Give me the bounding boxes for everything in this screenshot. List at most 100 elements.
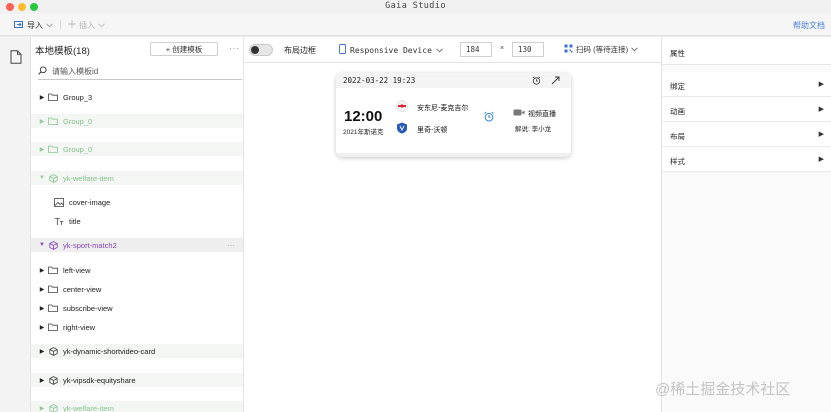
caret-right-icon[interactable]: ▶ (37, 405, 47, 412)
folder-icon (47, 144, 59, 154)
panel-more-button[interactable]: ··· (229, 43, 240, 53)
tree-item-label: left-view (63, 265, 91, 275)
toggle-knob (251, 46, 259, 54)
panel-title: 本地模板(18) (35, 46, 90, 57)
tree-item-label: center-view (63, 284, 102, 294)
layout-border-label: 布局边框 (284, 46, 316, 55)
card-footer (336, 153, 571, 157)
tree-item-label: title (69, 216, 81, 226)
tree-template-item[interactable]: ▶ yk-welfare-item (31, 401, 243, 412)
caret-right-icon: ▶ (818, 106, 824, 113)
insert-label: 插入 (79, 20, 95, 30)
tree-child-item[interactable]: ▶ left-view (31, 263, 243, 277)
search-input[interactable] (52, 67, 222, 76)
tree-child-item[interactable]: cover-image (31, 195, 243, 209)
inspector-section-binding[interactable]: 绑定 ▶ (662, 72, 831, 97)
image-icon (53, 197, 65, 207)
tree-item-label: yk-dynamic-shortvideo-card (63, 346, 156, 356)
design-canvas[interactable]: 布局边框 Responsive Device 184 × 130 扫码 (等待连… (244, 37, 661, 412)
tree-template-item-selected[interactable]: ▼ yk-sport-match2 ··· (31, 238, 243, 252)
create-template-button[interactable]: + 创建模板 (150, 42, 218, 56)
chevron-down-icon (98, 21, 105, 30)
caret-right-icon[interactable]: ▶ (37, 94, 47, 101)
team2-name: 里奇-沃顿 (417, 127, 448, 134)
cube-icon (47, 173, 59, 183)
qr-code-icon (564, 44, 573, 55)
caret-down-icon[interactable]: ▼ (37, 175, 47, 181)
commentator: 解说: 李小龙 (515, 126, 552, 133)
caret-right-icon[interactable]: ▶ (37, 348, 47, 355)
inspector-section-style[interactable]: 样式 ▶ (662, 147, 831, 172)
caret-right-icon[interactable]: ▶ (37, 377, 47, 384)
width-input[interactable]: 184 (460, 42, 492, 57)
caret-right-icon[interactable]: ▶ (37, 146, 47, 153)
match-datetime: 2022-03-22 19:23 (343, 76, 416, 85)
canvas-toolbar: 布局边框 Responsive Device 184 × 130 扫码 (等待连… (244, 37, 661, 63)
tree-item-label: Group_0 (63, 116, 93, 126)
chevron-down-icon (631, 45, 638, 54)
team1-name: 安东尼-麦克吉尔 (417, 105, 469, 112)
caret-right-icon: ▶ (818, 81, 824, 88)
caret-right-icon[interactable]: ▶ (37, 118, 47, 125)
dimension-separator: × (500, 45, 505, 52)
activity-rail (0, 37, 31, 412)
help-docs-link[interactable]: 帮助文档 (793, 20, 825, 31)
search-icon (38, 66, 47, 77)
tree-group-item[interactable]: ▶ Group_0 (31, 142, 243, 156)
cube-icon (47, 240, 59, 250)
watermark: @稀土掘金技术社区 (655, 381, 791, 398)
caret-right-icon[interactable]: ▶ (37, 324, 47, 331)
tree-child-item[interactable]: title (31, 214, 243, 228)
section-label: 动画 (670, 107, 685, 116)
alarm-clock-icon[interactable] (532, 76, 541, 87)
plus-icon (68, 20, 76, 30)
import-button[interactable]: 导入 (14, 18, 53, 32)
title-bar: Gaia Studio (0, 0, 831, 14)
folder-icon (47, 284, 59, 294)
tree-item-label: yk-welfare-item (63, 403, 114, 412)
template-search (38, 64, 242, 80)
video-live-icon (513, 108, 525, 119)
section-label: 样式 (670, 157, 685, 166)
match-preview-card[interactable]: 2022-03-22 19:23 12:00 2021年斯诺克 安东尼-麦克吉尔… (336, 73, 571, 157)
layout-border-toggle[interactable] (249, 44, 273, 56)
caret-right-icon[interactable]: ▶ (37, 286, 47, 293)
tree-child-item[interactable]: ▶ subscribe-view (31, 301, 243, 315)
caret-right-icon[interactable]: ▶ (37, 305, 47, 312)
caret-right-icon[interactable]: ▶ (37, 267, 47, 274)
team1-logo-icon (396, 100, 408, 112)
device-icon (339, 44, 346, 56)
tree-group-item[interactable]: ▶ Group_0 (31, 114, 243, 128)
live-label: 视频直播 (528, 111, 556, 118)
row-more-button[interactable]: ··· (227, 241, 235, 250)
tree-template-item[interactable]: ▶ yk-vipsdk-equityshare (31, 373, 243, 387)
inspector-section-animation[interactable]: 动画 ▶ (662, 97, 831, 122)
scan-qr-button[interactable]: 扫码 (等待连接) (564, 44, 638, 55)
import-icon (14, 20, 24, 31)
file-icon[interactable] (10, 50, 22, 66)
height-input[interactable]: 130 (512, 42, 544, 57)
tree-item-label: yk-welfare-item (63, 173, 114, 183)
text-icon (53, 216, 65, 226)
tree-template-item[interactable]: ▶ yk-dynamic-shortvideo-card (31, 344, 243, 358)
tree-group-item[interactable]: ▶ Group_3 (31, 90, 243, 104)
device-select[interactable]: Responsive Device (339, 44, 443, 56)
share-icon[interactable] (551, 76, 560, 87)
reminder-alarm-icon[interactable] (483, 111, 495, 124)
folder-icon (47, 265, 59, 275)
caret-down-icon[interactable]: ▼ (37, 242, 47, 248)
import-label: 导入 (27, 20, 43, 30)
chevron-down-icon (46, 21, 53, 30)
tree-item-label: subscribe-view (63, 303, 113, 313)
folder-icon (47, 116, 59, 126)
tree-item-label: Group_0 (63, 144, 93, 154)
tree-template-item[interactable]: ▼ yk-welfare-item (31, 171, 243, 185)
caret-right-icon: ▶ (818, 131, 824, 138)
property-inspector: 属性 绑定 ▶ 动画 ▶ 布局 ▶ 样式 ▶ (661, 37, 831, 412)
insert-button[interactable]: 插入 (68, 18, 105, 32)
inspector-section-layout[interactable]: 布局 ▶ (662, 122, 831, 147)
tree-child-item[interactable]: ▶ right-view (31, 320, 243, 334)
match-time: 12:00 (344, 108, 383, 125)
tree-child-item[interactable]: ▶ center-view (31, 282, 243, 296)
window-title: Gaia Studio (385, 1, 446, 11)
